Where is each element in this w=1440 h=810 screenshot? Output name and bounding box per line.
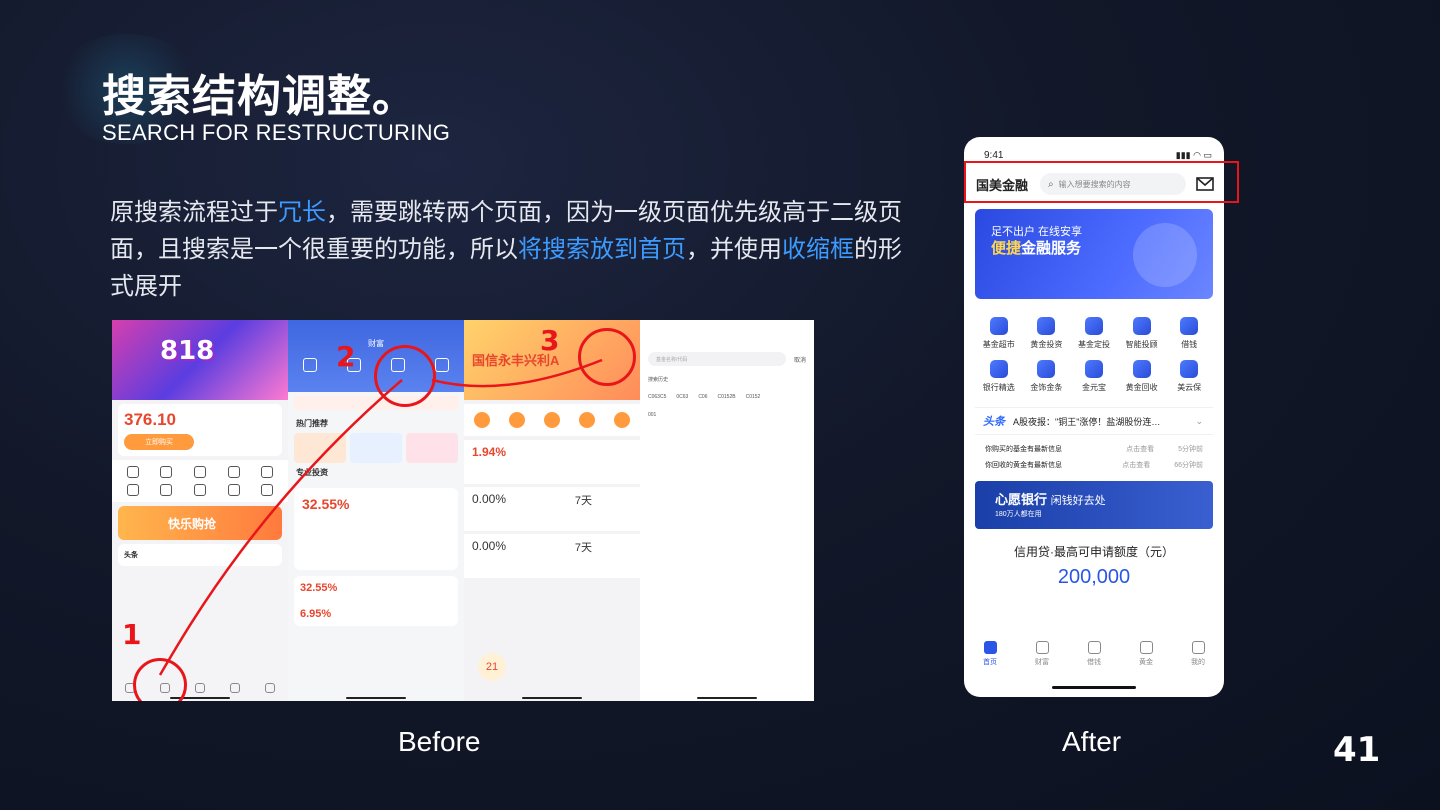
borrow-icon	[1180, 317, 1199, 335]
arrow-2-to-3	[431, 358, 603, 388]
signal-wifi-battery-icon: ▮▮▮ ◠ ▭	[1175, 149, 1212, 160]
ingot-icon	[1084, 360, 1103, 378]
chevron-down-icon[interactable]: ⌄	[1195, 416, 1203, 427]
wish-slogan: 闲钱好去处	[1050, 495, 1106, 507]
note-time: 5分钟前	[1178, 446, 1203, 453]
grid-label: 美云保	[1177, 383, 1202, 392]
grid-item-fixed-invest[interactable]: 基金定投	[1070, 317, 1118, 350]
wish-title: 心愿银行	[995, 492, 1048, 507]
slide-description: 原搜索流程过于冗长，需要跳转两个页面，因为一级页面优先级高于二级页面，且搜索是一…	[110, 194, 910, 305]
before-caption: Before	[398, 726, 481, 757]
note-action[interactable]: 点击查看	[1122, 460, 1174, 470]
tab-wealth[interactable]: 财富	[1035, 641, 1049, 677]
home-indicator	[1052, 686, 1136, 689]
grid-label: 基金定投	[1077, 340, 1110, 349]
gold-bar-icon	[1037, 360, 1056, 378]
service-grid: 基金超市 黄金投资 基金定投 智能投顾 借钱 银行精选 金饰金条 金元宝 黄金回…	[975, 309, 1213, 401]
credit-title: 信用贷·最高可申请额度（元）	[1014, 545, 1174, 559]
step-number-1: 1	[122, 618, 142, 651]
borrow-icon	[1087, 641, 1101, 654]
news-ticker[interactable]: 头条 A股夜报："铜王"涨停！盐湖股份连… ⌄	[975, 407, 1213, 435]
grid-label: 借钱	[1181, 340, 1198, 349]
status-time: 9:41	[984, 149, 1004, 161]
fixed-invest-icon	[1084, 317, 1103, 335]
wish-sub: 180万人都在用	[995, 511, 1042, 518]
wish-title-row: 心愿银行 闲钱好去处	[995, 489, 1106, 508]
grid-label: 黄金回收	[1125, 383, 1158, 392]
slide-subtitle: SEARCH FOR RESTRUCTURING	[102, 120, 451, 145]
news-logo: 头条	[983, 416, 1005, 428]
desc-highlight-3: 收缩框	[782, 235, 854, 263]
desc-text-3: ，并使用	[686, 235, 782, 263]
tab-borrow[interactable]: 借钱	[1087, 641, 1101, 677]
grid-label: 金元宝	[1081, 383, 1106, 392]
gold-invest-icon	[1037, 317, 1056, 335]
fund-market-icon	[989, 317, 1008, 335]
user-icon	[1191, 641, 1205, 654]
tab-label: 黄金	[1139, 659, 1153, 666]
grid-item-insurance[interactable]: 美云保	[1165, 360, 1213, 393]
tab-label: 我的	[1191, 659, 1205, 666]
grid-label: 黄金投资	[1030, 340, 1063, 349]
tab-mine[interactable]: 我的	[1191, 641, 1205, 677]
robo-advisor-icon	[1132, 317, 1151, 335]
grid-item-fund-market[interactable]: 基金超市	[975, 317, 1023, 350]
banner-illustration	[1133, 223, 1197, 287]
note-text: 你回收的黄金有最新信息	[985, 462, 1062, 469]
step-number-2: 2	[336, 340, 356, 373]
bottom-tabbar: 首页 财富 借钱 黄金 我的	[964, 633, 1224, 677]
banner-rest: 金融服务	[1021, 240, 1082, 257]
grid-item-bank-select[interactable]: 银行精选	[975, 360, 1023, 393]
slide-title: 搜索结构调整。	[102, 71, 417, 122]
page-number: 41	[1333, 730, 1381, 770]
tab-label: 财富	[1035, 659, 1049, 666]
grid-item-borrow[interactable]: 借钱	[1165, 317, 1213, 350]
tab-home[interactable]: 首页	[983, 641, 997, 677]
grid-label: 银行精选	[982, 383, 1015, 392]
grid-item-gold-ingot[interactable]: 金元宝	[1070, 360, 1118, 393]
note-action[interactable]: 点击查看	[1126, 444, 1178, 454]
highlight-circle-2	[374, 345, 436, 407]
highlight-circle-3	[578, 328, 636, 386]
after-caption: After	[1062, 726, 1122, 757]
home-icon	[983, 641, 997, 654]
grid-item-robo-advisor[interactable]: 智能投顾	[1118, 317, 1166, 350]
banner-highlight: 便捷	[991, 240, 1022, 257]
grid-label: 金饰金条	[1030, 383, 1063, 392]
flow-arrows	[158, 358, 603, 676]
desc-text-1: 原搜索流程过于	[110, 198, 278, 226]
credit-card[interactable]: 信用贷·最高可申请额度（元） 200,000	[964, 543, 1224, 589]
grid-label: 智能投顾	[1125, 340, 1158, 349]
news-text: A股夜报："铜王"涨停！盐湖股份连…	[1013, 416, 1161, 427]
recycle-icon	[1132, 360, 1151, 378]
tab-gold[interactable]: 黄金	[1139, 641, 1153, 677]
note-text: 你购买的基金有最新信息	[985, 446, 1062, 453]
insurance-icon	[1180, 360, 1199, 378]
before-screenshots: 818 376.10 立即购买 快乐购抢 头条 财富 热门推荐 专业投资 32.…	[112, 320, 814, 701]
grid-item-gold-recycle[interactable]: 黄金回收	[1118, 360, 1166, 393]
gold-icon	[1139, 641, 1153, 654]
step-number-3: 3	[540, 324, 560, 357]
banner-line2: 便捷金融服务	[991, 237, 1081, 258]
tab-label: 借钱	[1087, 659, 1101, 666]
notification-row[interactable]: 你回收的黄金有最新信息 点击查看 66分钟前	[975, 457, 1213, 473]
notification-row[interactable]: 你购买的基金有最新信息 点击查看 5分钟前	[975, 441, 1213, 457]
grid-label: 基金超市	[982, 340, 1015, 349]
arrow-1-to-2	[158, 379, 403, 676]
grid-item-gold-invest[interactable]: 黄金投资	[1023, 317, 1071, 350]
notifications: 你购买的基金有最新信息 点击查看 5分钟前 你回收的黄金有最新信息 点击查看 6…	[975, 441, 1213, 473]
wealth-icon	[1035, 641, 1049, 654]
note-time: 66分钟前	[1174, 462, 1203, 469]
tab-label: 首页	[983, 659, 997, 666]
bank-icon	[989, 360, 1008, 378]
after-phone: 9:41 ▮▮▮ ◠ ▭ 国美金融 ⌕ 输入想要搜索的内容 足不出户 在线安享 …	[964, 137, 1224, 697]
search-highlight-box	[964, 161, 1239, 203]
desc-highlight-1: 冗长	[278, 198, 326, 226]
desc-highlight-2: 将搜索放到首页	[518, 235, 686, 263]
grid-item-gold-jewelry[interactable]: 金饰金条	[1023, 360, 1071, 393]
wish-bank-banner[interactable]: 心愿银行 闲钱好去处 180万人都在用	[975, 481, 1213, 529]
home-banner[interactable]: 足不出户 在线安享 便捷金融服务	[975, 209, 1213, 299]
credit-value: 200,000	[1057, 566, 1131, 588]
